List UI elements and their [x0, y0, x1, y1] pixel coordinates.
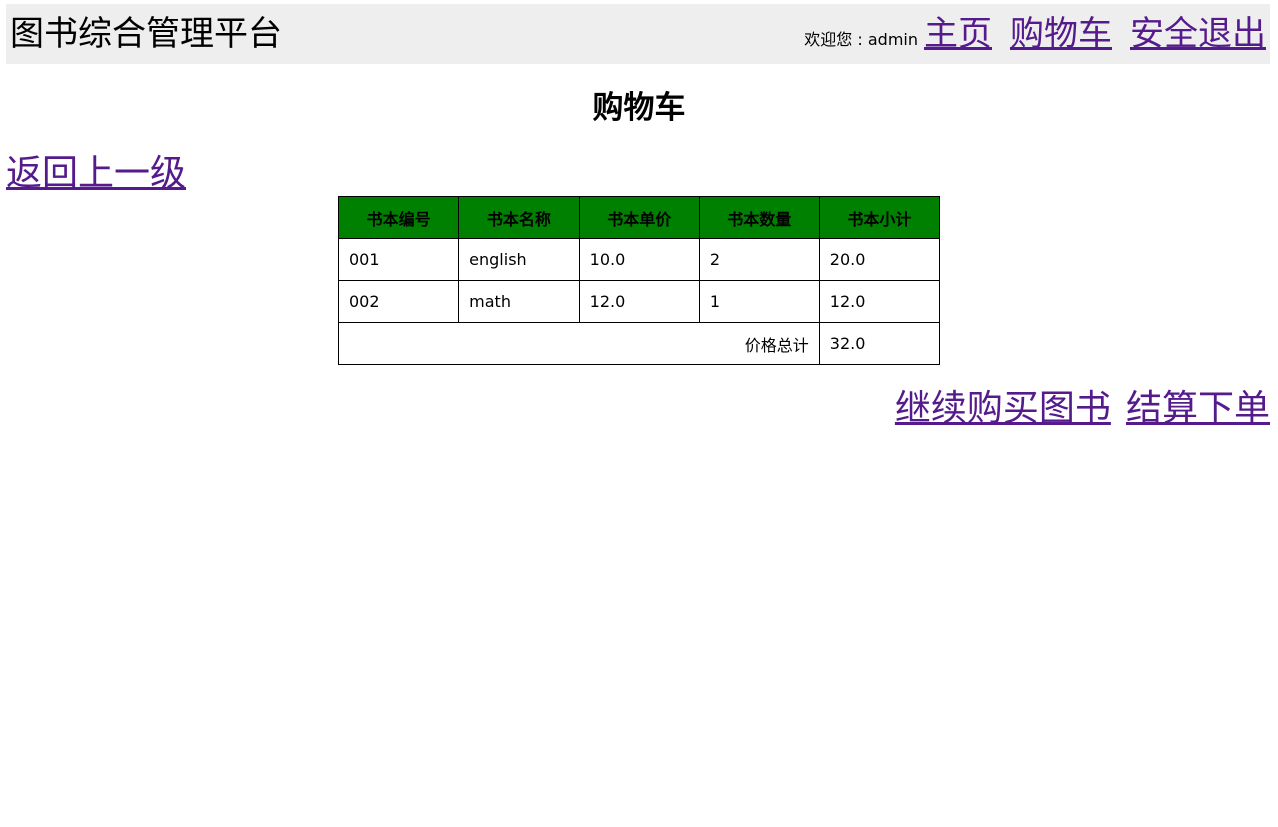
cell-subtotal: 12.0	[818, 280, 941, 323]
cell-subtotal: 20.0	[818, 238, 941, 281]
cell-unit-price: 10.0	[578, 238, 700, 281]
column-header-unit-price: 书本单价	[578, 196, 700, 239]
column-header-book-name: 书本名称	[458, 196, 580, 239]
cell-unit-price: 12.0	[578, 280, 700, 323]
cart-actions: 继续购买图书 结算下单	[885, 386, 1270, 432]
welcome-text: 欢迎您 : admin	[804, 30, 918, 49]
cell-book-id: 002	[337, 280, 460, 323]
continue-shopping-link[interactable]: 继续购买图书	[895, 388, 1111, 429]
cell-book-name: english	[458, 238, 580, 281]
cell-quantity: 1	[698, 280, 820, 323]
back-link[interactable]: 返回上一级	[6, 151, 186, 197]
table-row: 002 math 12.0 1 12.0	[337, 280, 941, 323]
user-nav-area: 欢迎您 : admin 主页 购物车 安全退出	[804, 12, 1266, 56]
cell-book-id: 001	[337, 238, 460, 281]
column-header-book-id: 书本编号	[337, 196, 460, 239]
cart-table: 书本编号 书本名称 书本单价 书本数量 书本小计 001 english 10.…	[337, 196, 941, 365]
site-title: 图书综合管理平台	[10, 14, 282, 54]
cell-book-name: math	[458, 280, 580, 323]
top-header-bar: 图书综合管理平台 欢迎您 : admin 主页 购物车 安全退出	[6, 4, 1270, 64]
page-title: 购物车	[592, 90, 686, 126]
total-price-label: 价格总计	[338, 322, 820, 365]
checkout-link[interactable]: 结算下单	[1126, 388, 1270, 429]
cell-quantity: 2	[698, 238, 820, 281]
cart-table-header-row: 书本编号 书本名称 书本单价 书本数量 书本小计	[337, 196, 941, 239]
nav-cart-link[interactable]: 购物车	[1010, 12, 1112, 56]
page: 图书综合管理平台 欢迎您 : admin 主页 购物车 安全退出 购物车 返回上…	[0, 0, 1278, 827]
total-row: 价格总计 32.0	[338, 322, 941, 365]
total-price-value: 32.0	[818, 322, 941, 365]
table-row: 001 english 10.0 2 20.0	[337, 238, 941, 281]
nav-home-link[interactable]: 主页	[924, 12, 992, 56]
column-header-quantity: 书本数量	[698, 196, 820, 239]
nav-logout-link[interactable]: 安全退出	[1130, 12, 1266, 56]
column-header-subtotal: 书本小计	[818, 196, 941, 239]
